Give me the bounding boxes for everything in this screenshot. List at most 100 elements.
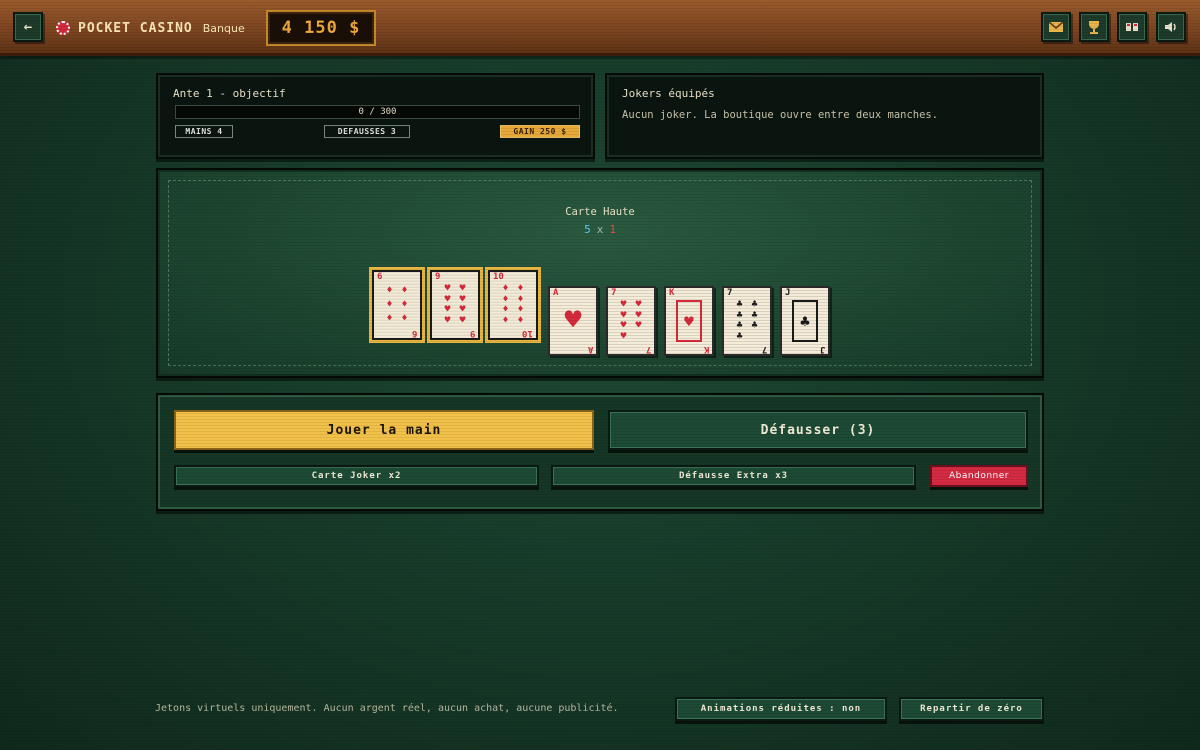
suit-pip: ♦	[401, 285, 408, 296]
card-rank-bottom: 10	[522, 328, 533, 338]
card-rank-bottom: A	[587, 344, 593, 354]
disclaimer-text: Jetons virtuels uniquement. Aucun argent…	[155, 703, 619, 714]
bank-label: Banque	[202, 21, 245, 35]
reward-badge: GAIN 250 $	[500, 125, 580, 138]
discards-badge: DEFAUSSES 3	[324, 125, 410, 138]
playing-card[interactable]: K K ♥	[664, 286, 714, 356]
suit-pip: ♣	[736, 320, 743, 332]
back-arrow-icon: ←	[23, 19, 33, 35]
suit-pip: ♦	[517, 293, 524, 305]
card-rank: 7	[727, 288, 733, 298]
card-rank: J	[785, 288, 791, 298]
playing-card[interactable]: J J ♣	[780, 286, 830, 356]
sound-button[interactable]	[1156, 12, 1186, 42]
suit-pip: ♥	[635, 299, 642, 311]
chip-icon	[56, 21, 70, 35]
suit-pip: ♣	[736, 309, 743, 321]
suit-pip: ♥	[459, 293, 466, 305]
trophy-button[interactable]	[1079, 12, 1109, 42]
card-suit: ♥	[676, 300, 702, 342]
card-suit: ♥ ♥ ♥ ♥ ♥ ♥ ♥	[616, 300, 646, 342]
suit-pip: ♦	[517, 283, 524, 295]
suit-pip: ♦	[502, 304, 509, 316]
mail-button[interactable]	[1041, 12, 1071, 42]
suit-pip: ♦	[386, 299, 393, 310]
card-rank-bottom: 6	[411, 328, 417, 338]
card-suit: ♦ ♦ ♦ ♦ ♦ ♦ ♦ ♦	[498, 284, 528, 326]
suit-pip: ♥	[620, 320, 627, 332]
brand: POCKET CASINO Banque	[56, 19, 245, 37]
suit-pip: ♦	[517, 304, 524, 316]
trophy-icon	[1089, 21, 1099, 34]
objective-panel: Ante 1 - objectif 0 / 300 MAINS 4 DEFAUS…	[156, 73, 595, 159]
actions-panel: Jouer la main Défausser (3) Carte Joker …	[156, 393, 1044, 511]
card-suit: ♥ ♥ ♥ ♥ ♥ ♥ ♥ ♥	[440, 284, 470, 326]
playing-card[interactable]: 9 9 ♥ ♥ ♥ ♥ ♥ ♥ ♥ ♥	[427, 267, 483, 343]
joker-card-button[interactable]: Carte Joker x2	[174, 465, 539, 487]
suit-pip: ♥	[444, 314, 451, 326]
extra-discard-button[interactable]: Défausse Extra x3	[551, 465, 916, 487]
bank-balance: 4 150 $	[266, 10, 376, 46]
suit-pip: ♥	[620, 299, 627, 311]
hand-score: 5x1	[158, 223, 1042, 236]
suit-pip: ♣	[736, 330, 743, 342]
card-suit: ♣	[792, 300, 818, 342]
suit-pip: ♦	[401, 299, 408, 310]
suit-pip: ♦	[502, 283, 509, 295]
suit-pip: ♦	[502, 314, 509, 326]
objective-title: Ante 1 - objectif	[173, 87, 286, 100]
jokers-description: Aucun joker. La boutique ouvre entre deu…	[622, 109, 939, 121]
suit-pip: ♥	[620, 309, 627, 321]
mult-value: 1	[609, 223, 616, 236]
suit-pip: ♦	[502, 293, 509, 305]
card-rank: 7	[611, 288, 617, 298]
discard-button[interactable]: Défausser (3)	[608, 410, 1028, 450]
suit-pip: ♥	[635, 309, 642, 321]
suit-pip: ♦	[386, 285, 393, 296]
objective-progress-bar: 0 / 300	[175, 105, 580, 119]
playing-card[interactable]: 6 6 ♦ ♦ ♦ ♦ ♦ ♦	[369, 267, 425, 343]
card-suit: ♦ ♦ ♦ ♦ ♦ ♦	[382, 284, 412, 326]
suit-pip: ♦	[386, 313, 393, 324]
playing-card[interactable]: 10 10 ♦ ♦ ♦ ♦ ♦ ♦ ♦ ♦	[485, 267, 541, 343]
suit-pip: ♥	[635, 320, 642, 332]
card-suit: ♥	[564, 303, 582, 336]
times-sign: x	[596, 223, 604, 236]
suit-pip: ♦	[401, 313, 408, 324]
suit-pip: ♣	[736, 299, 743, 311]
abandon-button[interactable]: Abandonner	[930, 465, 1028, 487]
reduced-animations-toggle[interactable]: Animations réduites : non	[675, 697, 887, 721]
suit-pip: ♥	[444, 283, 451, 295]
suit-pip: ♣	[751, 309, 758, 321]
card-icon	[1126, 23, 1138, 31]
card-rank-bottom: 9	[469, 328, 475, 338]
reset-button[interactable]: Repartir de zéro	[899, 697, 1044, 721]
playing-card[interactable]: 7 7 ♥ ♥ ♥ ♥ ♥ ♥ ♥	[606, 286, 656, 356]
card-rank: 10	[493, 272, 504, 282]
hands-badge: MAINS 4	[175, 125, 233, 138]
playing-card[interactable]: 7 7 ♣ ♣ ♣ ♣ ♣ ♣ ♣	[722, 286, 772, 356]
suit-pip: ♣	[751, 299, 758, 311]
card-rank: 6	[377, 272, 383, 282]
playing-card[interactable]: A A ♥	[548, 286, 598, 356]
speaker-icon	[1165, 22, 1176, 32]
card-rank-bottom: 7	[761, 344, 767, 354]
suit-pip: ♥	[459, 304, 466, 316]
card-rank: K	[669, 288, 675, 298]
card-rank: 9	[435, 272, 441, 282]
suit-pip: ♣	[751, 320, 758, 332]
play-hand-button[interactable]: Jouer la main	[174, 410, 594, 450]
card-rank-bottom: 7	[645, 344, 651, 354]
suit-pip: ♥	[459, 314, 466, 326]
cards-button[interactable]	[1117, 12, 1147, 42]
top-bar: ← POCKET CASINO Banque 4 150 $	[0, 0, 1200, 56]
card-suit: ♣ ♣ ♣ ♣ ♣ ♣ ♣	[732, 300, 762, 342]
card-rank: A	[553, 288, 559, 298]
suit-pip: ♥	[459, 283, 466, 295]
brand-name: POCKET CASINO	[78, 20, 193, 36]
suit-pip: ♥	[620, 330, 627, 342]
suit-pip: ♥	[444, 304, 451, 316]
jokers-panel: Jokers équipés Aucun joker. La boutique …	[605, 73, 1044, 159]
back-button[interactable]: ←	[13, 12, 43, 42]
progress-text: 0 / 300	[358, 107, 397, 117]
